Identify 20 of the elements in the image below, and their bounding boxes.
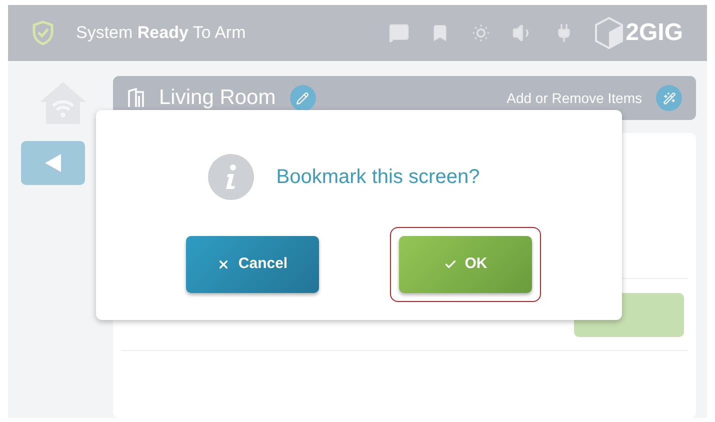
add-remove-items-link[interactable]: Add or Remove Items xyxy=(506,88,642,108)
back-button[interactable] xyxy=(20,141,84,185)
dialog-message: Bookmark this screen? xyxy=(276,165,480,190)
wand-button[interactable] xyxy=(656,85,682,111)
room-title: Living Room xyxy=(159,85,276,112)
message-icon[interactable] xyxy=(388,22,410,44)
door-icon xyxy=(127,88,145,108)
system-status: System Ready To Arm xyxy=(76,22,246,44)
pencil-icon xyxy=(296,92,310,104)
back-arrow-icon xyxy=(44,154,60,172)
cube-logo-icon xyxy=(594,16,624,50)
brand-logo: 2GIG xyxy=(626,18,683,48)
shield-check-icon xyxy=(32,20,54,46)
close-icon xyxy=(217,258,230,271)
check-icon xyxy=(444,258,457,271)
cancel-button[interactable]: Cancel xyxy=(186,236,319,293)
edit-button[interactable] xyxy=(290,85,316,111)
magic-wand-icon xyxy=(662,92,676,104)
ok-button[interactable]: OK xyxy=(399,236,532,293)
info-icon xyxy=(208,154,254,200)
